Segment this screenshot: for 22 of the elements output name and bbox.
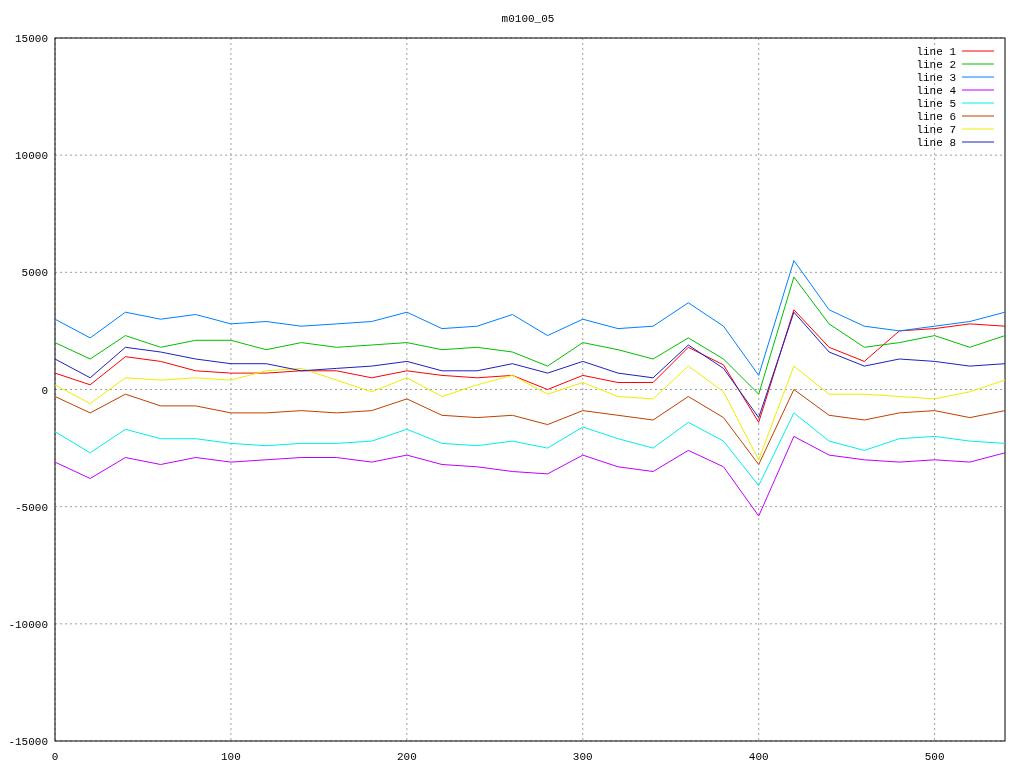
legend-label: line 6 — [916, 111, 956, 123]
legend-label: line 1 — [916, 46, 956, 58]
y-tick-label: 0 — [41, 384, 48, 397]
x-tick-label: 500 — [924, 751, 945, 763]
y-tick-label: -5000 — [15, 501, 48, 514]
legend-label: line 4 — [916, 85, 956, 97]
legend-label: line 5 — [916, 98, 956, 110]
legend-label: line 7 — [916, 124, 956, 136]
y-tick-label: -15000 — [8, 736, 48, 748]
x-tick-label: 400 — [748, 751, 769, 763]
legend-label: line 8 — [916, 137, 956, 149]
legend-label: line 2 — [916, 59, 956, 71]
x-tick-label: 100 — [221, 751, 241, 763]
y-tick-label: 10000 — [15, 150, 48, 163]
x-tick-label: 300 — [572, 751, 593, 763]
x-tick-label: 0 — [51, 751, 59, 763]
y-tick-label: -10000 — [8, 618, 48, 631]
chart-title: m0100_05 — [501, 13, 555, 25]
y-tick-label: 15000 — [15, 33, 48, 45]
x-tick-label: 200 — [396, 751, 417, 763]
legend-label: line 3 — [916, 72, 956, 84]
y-tick-label: 5000 — [21, 267, 48, 280]
